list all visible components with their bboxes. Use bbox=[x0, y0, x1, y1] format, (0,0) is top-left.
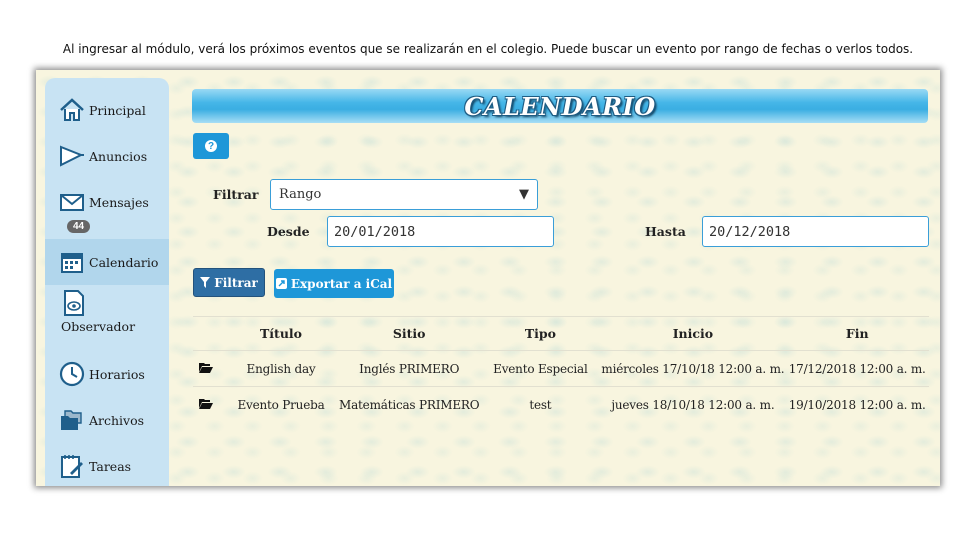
app-window: Principal Anuncios Mensajes 44 Calendari… bbox=[36, 70, 940, 486]
sidebar-item-label: Tareas bbox=[89, 458, 132, 474]
external-link-icon bbox=[275, 278, 287, 289]
sidebar: Principal Anuncios Mensajes 44 Calendari… bbox=[45, 78, 169, 486]
cell-inicio: jueves 18/10/18 12:00 a. m. bbox=[600, 386, 786, 422]
table-row[interactable]: Evento Prueba Matemáticas PRIMERO test j… bbox=[193, 386, 929, 422]
sidebar-item-label: Anuncios bbox=[89, 148, 148, 164]
to-date-input[interactable]: 20/12/2018 bbox=[702, 216, 929, 247]
cell-tipo: Evento Especial bbox=[480, 350, 601, 387]
filter-button-label: Filtrar bbox=[214, 275, 258, 290]
instruction-caption: Al ingresar al módulo, verá los próximos… bbox=[62, 42, 914, 56]
cell-titulo: Evento Prueba bbox=[224, 386, 338, 422]
table-row[interactable]: English day Inglés PRIMERO Evento Especi… bbox=[193, 350, 929, 387]
filter-select-value: Rango bbox=[279, 187, 322, 202]
notepad-pen-icon bbox=[59, 453, 85, 479]
calendar-icon bbox=[59, 249, 85, 275]
sidebar-item-observador[interactable]: Observador bbox=[45, 290, 169, 346]
sidebar-item-label: Archivos bbox=[89, 412, 145, 428]
megaphone-icon bbox=[59, 143, 85, 169]
clock-icon bbox=[59, 361, 85, 387]
page-title-banner: CALENDARIO bbox=[192, 89, 928, 123]
export-button-label: Exportar a iCal bbox=[290, 276, 393, 291]
sidebar-item-label: Observador bbox=[61, 319, 136, 334]
cell-sitio: Matemáticas PRIMERO bbox=[338, 386, 481, 422]
filter-button[interactable]: Filtrar bbox=[193, 268, 265, 297]
from-label: Desde bbox=[267, 224, 310, 239]
eye-document-icon bbox=[61, 290, 87, 316]
cell-inicio: miércoles 17/10/18 12:00 a. m. bbox=[600, 350, 786, 387]
sidebar-item-archivos[interactable]: Archivos bbox=[45, 400, 169, 440]
patterned-background bbox=[36, 70, 940, 486]
header-titulo: Título bbox=[224, 316, 338, 351]
cell-tipo: test bbox=[480, 386, 601, 422]
messages-count-badge: 44 bbox=[67, 220, 91, 233]
cell-fin: 19/10/2018 12:00 a. m. bbox=[785, 386, 929, 422]
events-table: Título Sitio Tipo Inicio Fin English day… bbox=[193, 316, 929, 422]
sidebar-item-principal[interactable]: Principal bbox=[45, 90, 169, 130]
home-icon bbox=[59, 97, 85, 123]
filter-label: Filtrar bbox=[213, 187, 259, 202]
funnel-icon bbox=[200, 277, 211, 288]
cell-titulo: English day bbox=[224, 350, 338, 387]
sidebar-item-label: Horarios bbox=[89, 366, 145, 382]
cell-sitio: Inglés PRIMERO bbox=[338, 350, 481, 387]
folder-open-icon[interactable] bbox=[193, 386, 224, 422]
header-inicio: Inicio bbox=[600, 316, 786, 351]
sidebar-item-mensajes[interactable]: Mensajes bbox=[45, 182, 169, 222]
table-header-row: Título Sitio Tipo Inicio Fin bbox=[193, 316, 929, 351]
folder-open-icon[interactable] bbox=[193, 350, 224, 387]
export-ical-button[interactable]: Exportar a iCal bbox=[274, 269, 394, 298]
sidebar-item-horarios[interactable]: Horarios bbox=[45, 354, 169, 394]
help-button[interactable]: ? bbox=[193, 133, 229, 159]
header-fin: Fin bbox=[785, 316, 929, 351]
sidebar-item-label: Calendario bbox=[89, 254, 159, 270]
page-title: CALENDARIO bbox=[464, 91, 656, 121]
cell-fin: 17/12/2018 12:00 a. m. bbox=[785, 350, 929, 387]
sidebar-item-label: Mensajes bbox=[89, 194, 149, 210]
sidebar-item-calendario[interactable]: Calendario bbox=[45, 239, 169, 285]
sidebar-item-anuncios[interactable]: Anuncios bbox=[45, 136, 169, 176]
sidebar-item-label: Principal bbox=[89, 102, 146, 118]
envelope-icon bbox=[59, 189, 85, 215]
filter-select[interactable]: Rango ▼ bbox=[270, 179, 538, 210]
question-icon: ? bbox=[205, 140, 217, 152]
header-tipo: Tipo bbox=[480, 316, 601, 351]
sidebar-item-tareas[interactable]: Tareas bbox=[45, 446, 169, 486]
header-sitio: Sitio bbox=[338, 316, 481, 351]
header-icon-column bbox=[193, 316, 224, 351]
chevron-down-icon: ▼ bbox=[519, 187, 529, 202]
folders-icon bbox=[59, 407, 85, 433]
to-label: Hasta bbox=[645, 224, 686, 239]
from-date-input[interactable]: 20/01/2018 bbox=[327, 216, 554, 247]
